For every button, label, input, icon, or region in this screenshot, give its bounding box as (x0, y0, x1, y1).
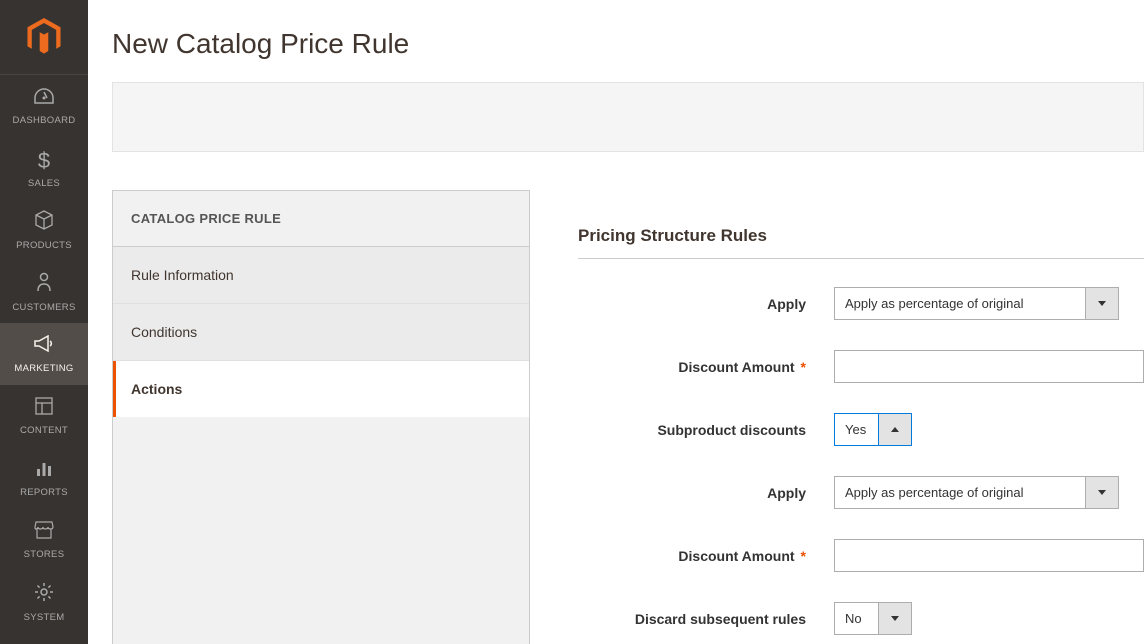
discount-amount-label-2: Discount Amount* (578, 548, 834, 564)
nav-sales[interactable]: $ SALES (0, 137, 88, 199)
nav-products[interactable]: PRODUCTS (0, 199, 88, 261)
nav-content[interactable]: CONTENT (0, 385, 88, 447)
discount-amount-label: Discount Amount* (578, 359, 834, 375)
chevron-down-icon[interactable] (1086, 287, 1119, 320)
nav-label: REPORTS (20, 487, 68, 498)
panel-item-conditions[interactable]: Conditions (113, 304, 529, 361)
apply-select-2[interactable] (834, 476, 1119, 509)
chevron-down-icon[interactable] (1086, 476, 1119, 509)
subproduct-select[interactable] (834, 413, 912, 446)
form-row-subproduct: Subproduct discounts (578, 413, 1144, 446)
nav-label: MARKETING (14, 363, 73, 374)
nav-customers[interactable]: CUSTOMERS (0, 261, 88, 323)
chevron-up-icon[interactable] (879, 413, 912, 446)
nav-stores[interactable]: STORES (0, 509, 88, 571)
apply-label: Apply (578, 296, 834, 312)
nav-dashboard[interactable]: DASHBOARD (0, 75, 88, 137)
discard-label: Discard subsequent rules (578, 611, 834, 627)
panel-header: CATALOG PRICE RULE (113, 191, 529, 247)
box-icon (34, 210, 54, 236)
apply-select-value-2[interactable] (834, 476, 1086, 509)
required-mark: * (801, 548, 806, 564)
layout-icon (35, 397, 53, 421)
rule-panel: CATALOG PRICE RULE Rule Information Cond… (112, 190, 530, 644)
form-row-apply: Apply (578, 287, 1144, 320)
nav-system[interactable]: SYSTEM (0, 571, 88, 633)
discount-amount-input-2[interactable] (834, 539, 1144, 572)
discount-amount-input[interactable] (834, 350, 1144, 383)
apply-select-value[interactable] (834, 287, 1086, 320)
form-row-discount-amount-2: Discount Amount* (578, 539, 1144, 572)
nav-marketing[interactable]: MARKETING (0, 323, 88, 385)
nav-label: SALES (28, 178, 60, 189)
subproduct-label: Subproduct discounts (578, 422, 834, 438)
section-title: Pricing Structure Rules (578, 226, 1144, 259)
store-icon (34, 521, 54, 545)
gear-icon (34, 582, 54, 608)
page-title: New Catalog Price Rule (112, 0, 1144, 82)
chevron-down-icon[interactable] (879, 602, 912, 635)
subproduct-select-value[interactable] (834, 413, 879, 446)
nav-label: DASHBOARD (13, 115, 76, 126)
megaphone-icon (33, 335, 55, 359)
nav-reports[interactable]: REPORTS (0, 447, 88, 509)
discard-select[interactable] (834, 602, 912, 635)
panel-item-rule-information[interactable]: Rule Information (113, 247, 529, 304)
bars-icon (35, 459, 53, 483)
required-mark: * (801, 359, 806, 375)
apply-select[interactable] (834, 287, 1119, 320)
main-content: New Catalog Price Rule CATALOG PRICE RUL… (88, 0, 1144, 644)
dashboard-icon (33, 87, 55, 111)
discard-select-value[interactable] (834, 602, 879, 635)
form-row-apply-2: Apply (578, 476, 1144, 509)
apply-label-2: Apply (578, 485, 834, 501)
nav-label: STORES (24, 549, 65, 560)
sidebar: DASHBOARD $ SALES PRODUCTS CUSTOMERS MAR… (0, 0, 88, 644)
message-banner (112, 82, 1144, 152)
person-icon (36, 272, 52, 298)
form-area: Pricing Structure Rules Apply Discount A… (578, 190, 1144, 644)
magento-logo[interactable] (0, 0, 88, 75)
form-row-discount-amount: Discount Amount* (578, 350, 1144, 383)
form-row-discard: Discard subsequent rules (578, 602, 1144, 635)
panel-item-actions[interactable]: Actions (113, 361, 529, 417)
nav-label: SYSTEM (24, 612, 65, 623)
nav-label: PRODUCTS (16, 240, 72, 251)
dollar-icon: $ (38, 148, 50, 174)
magento-logo-icon (27, 18, 61, 56)
nav-label: CONTENT (20, 425, 68, 436)
nav-label: CUSTOMERS (12, 302, 75, 313)
